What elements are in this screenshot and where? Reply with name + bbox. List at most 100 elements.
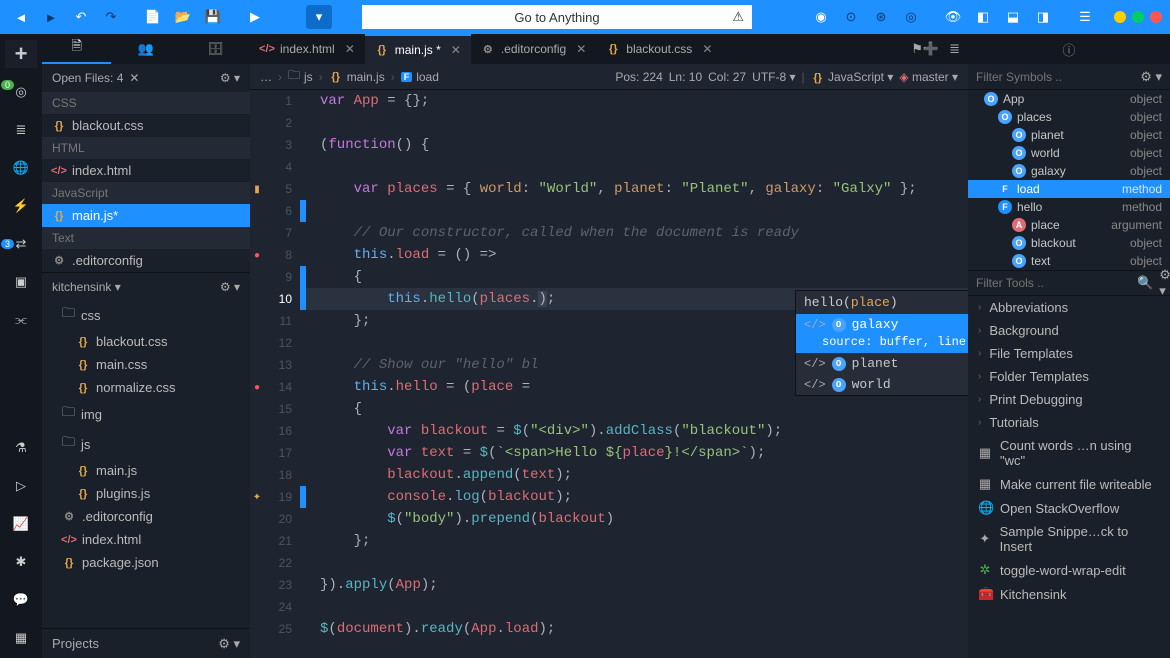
code-editor[interactable]: ▮●●✦ 12345678910111213141516171819202122… (250, 90, 968, 658)
bolt-icon[interactable]: ⚡ (5, 192, 37, 220)
file-main-js[interactable]: {}main.js (42, 459, 250, 482)
symbol-row[interactable]: Aplaceargument (968, 216, 1170, 234)
tool-item[interactable]: ▦Count words …n using "wc" (968, 434, 1170, 472)
autocomplete-item[interactable]: </>Oworldobject (796, 374, 968, 395)
tool-category[interactable]: ›Abbreviations (968, 296, 1170, 319)
close-icon[interactable]: ✕ (129, 71, 139, 85)
eye-icon[interactable]: 👁 (940, 5, 966, 29)
symbol-row[interactable]: Floadmethod (968, 180, 1170, 198)
star-icon[interactable]: ✱ (5, 548, 37, 576)
editor-tab[interactable]: {}blackout.css✕ (596, 34, 722, 64)
tool-item[interactable]: ▦Make current file writeable (968, 472, 1170, 496)
dropdown-toggle[interactable]: ▾ (306, 5, 332, 29)
file-blackout-css[interactable]: {}blackout.css (42, 330, 250, 353)
search-icon[interactable]: 🔍 (1137, 275, 1153, 291)
encoding-select[interactable]: UTF-8 ▾ (752, 70, 795, 84)
symbol-row[interactable]: OAppobject (968, 90, 1170, 108)
maximize-button[interactable] (1132, 11, 1144, 23)
layout-left-icon[interactable]: ◧ (970, 5, 996, 29)
symbol-row[interactable]: Oplanetobject (968, 126, 1170, 144)
globe-icon[interactable]: 🌐 (5, 154, 37, 182)
tab-files-icon[interactable]: 🗎 (42, 34, 111, 64)
gear-icon[interactable]: ⚙ ▾ (1159, 267, 1170, 299)
file-index-html[interactable]: </>index.html (42, 528, 250, 551)
layout-right-icon[interactable]: ◨ (1030, 5, 1056, 29)
rect-icon[interactable]: ▣ (5, 268, 37, 296)
breadcrumb-folder[interactable]: 🗀 js (288, 66, 313, 87)
editor-tab[interactable]: </>index.html✕ (250, 34, 365, 64)
save-button[interactable]: 💾 (200, 5, 226, 29)
minimize-button[interactable] (1114, 11, 1126, 23)
tool-item[interactable]: 🌐Open StackOverflow (968, 496, 1170, 520)
language-select[interactable]: {} JavaScript ▾ (811, 70, 894, 84)
editor-tab[interactable]: {}main.js *✕ (365, 34, 471, 64)
folder-img[interactable]: 🗀 img (42, 399, 250, 429)
tab-close-icon[interactable]: ✕ (702, 42, 712, 56)
gear-icon[interactable]: ⚙ ▾ (220, 280, 240, 294)
symbol-row[interactable]: Oblackoutobject (968, 234, 1170, 252)
tab-users-icon[interactable]: 👥 (111, 34, 180, 64)
folder-css[interactable]: 🗀 css (42, 300, 250, 330)
chart-icon[interactable]: 📈 (5, 510, 37, 538)
new-tab-button[interactable]: + (5, 40, 37, 68)
run-button[interactable]: ▶ (242, 5, 268, 29)
branch-select[interactable]: ◈ master ▾ (899, 70, 958, 84)
close-button[interactable] (1150, 11, 1162, 23)
file-package-json[interactable]: {}package.json (42, 551, 250, 574)
gear-icon[interactable]: ⚙ ▾ (220, 71, 240, 85)
share-icon[interactable]: ⫘ (5, 306, 37, 334)
autocomplete-item[interactable]: </>Ogalaxyobject (796, 314, 968, 335)
symbol-row[interactable]: Ogalaxyobject (968, 162, 1170, 180)
symbol-row[interactable]: Oplacesobject (968, 108, 1170, 126)
chat-icon[interactable]: 💬 (5, 586, 37, 614)
breadcrumb-dots[interactable]: … (260, 70, 272, 84)
undo-button[interactable]: ↶ (68, 5, 94, 29)
open-file-js[interactable]: {}main.js* (42, 204, 250, 227)
file-normalize-css[interactable]: {}normalize.css (42, 376, 250, 399)
file-plugins-js[interactable]: {}plugins.js (42, 482, 250, 505)
tool-category[interactable]: ›File Templates (968, 342, 1170, 365)
file-editorconfig[interactable]: ⚙.editorconfig (42, 505, 250, 528)
menu-icon[interactable]: ☰ (1072, 5, 1098, 29)
tool-item[interactable]: ✦Sample Snippe…ck to Insert (968, 520, 1170, 558)
nav-fwd-button[interactable]: ► (38, 5, 64, 29)
symbol-row[interactable]: Otextobject (968, 252, 1170, 270)
editor-tab[interactable]: ⚙.editorconfig✕ (471, 34, 596, 64)
tab-info-icon[interactable]: ⓘ (968, 34, 1170, 64)
goto-anything-input[interactable]: Go to Anything ⚠ (362, 5, 752, 29)
macro-play-icon[interactable]: ⊙ (838, 5, 864, 29)
tool-category[interactable]: ›Background (968, 319, 1170, 342)
open-file-html[interactable]: </>index.html (42, 159, 250, 182)
tabs-menu-icon[interactable]: ≣ (949, 41, 960, 57)
tools-filter-input[interactable] (976, 276, 1131, 290)
tool-category[interactable]: ›Print Debugging (968, 388, 1170, 411)
open-button[interactable]: 📂 (170, 5, 196, 29)
macro-run-icon[interactable]: ⊛ (868, 5, 894, 29)
tool-category[interactable]: ›Tutorials (968, 411, 1170, 434)
breadcrumb-symbol[interactable]: F load (401, 70, 439, 84)
tab-db-icon[interactable]: 🗄 (181, 34, 250, 64)
tab-close-icon[interactable]: ✕ (345, 42, 355, 56)
redo-button[interactable]: ↷ (98, 5, 124, 29)
open-file-text[interactable]: ⚙.editorconfig (42, 249, 250, 272)
new-file-button[interactable]: 📄 (140, 5, 166, 29)
flag-icon[interactable]: ⚑➕ (911, 41, 939, 57)
tool-item[interactable]: 🧰Kitchensink (968, 582, 1170, 606)
symbol-row[interactable]: Fhellomethod (968, 198, 1170, 216)
tool-category[interactable]: ›Folder Templates (968, 365, 1170, 388)
projects-footer[interactable]: Projects ⚙ ▾ (42, 628, 250, 658)
autocomplete-item[interactable]: </>Oplanetobject (796, 353, 968, 374)
changes-icon[interactable]: ⇄3 (5, 230, 37, 258)
symbols-filter-input[interactable] (976, 70, 1134, 84)
gear-icon[interactable]: ⚙ ▾ (1140, 69, 1162, 85)
gear-icon[interactable]: ⚙ ▾ (218, 636, 240, 652)
macro-save-icon[interactable]: ◎ (898, 5, 924, 29)
target-icon[interactable]: ◎0 (5, 78, 37, 106)
record-button[interactable]: ◉ (808, 5, 834, 29)
layout-bottom-icon[interactable]: ⬓ (1000, 5, 1026, 29)
tab-close-icon[interactable]: ✕ (451, 43, 461, 57)
tab-close-icon[interactable]: ✕ (576, 42, 586, 56)
symbol-row[interactable]: Oworldobject (968, 144, 1170, 162)
terminal-icon[interactable]: ▷ (5, 472, 37, 500)
breadcrumb-file[interactable]: {} main.js (329, 70, 385, 84)
